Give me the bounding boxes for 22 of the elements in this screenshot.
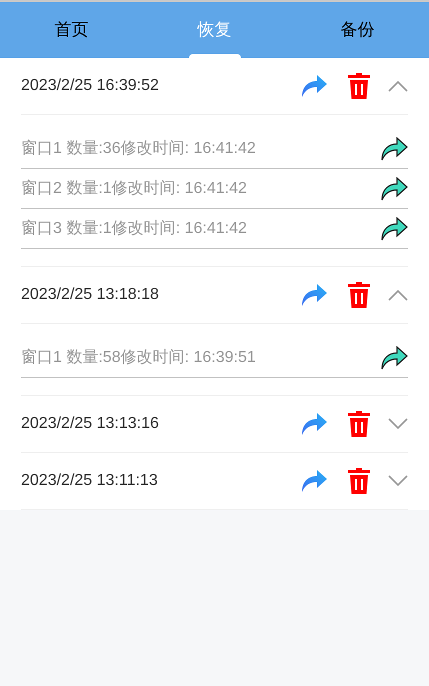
chevron-down-icon[interactable] <box>388 418 408 430</box>
chevron-down-icon[interactable] <box>388 475 408 487</box>
chevron-up-icon[interactable] <box>388 289 408 301</box>
trash-icon[interactable] <box>348 282 370 308</box>
trash-icon[interactable] <box>348 468 370 494</box>
backup-time: 2023/2/25 13:18:18 <box>21 285 160 305</box>
window-entry: 窗口1 数量:36修改时间: 16:41:42 <box>21 138 257 158</box>
chevron-up-icon[interactable] <box>388 80 408 92</box>
tab[interactable]: 备份 <box>286 2 429 58</box>
backup-time: 2023/2/25 13:13:16 <box>21 414 160 434</box>
window-entry: 窗口1 数量:58修改时间: 16:39:51 <box>21 348 257 368</box>
trash-icon[interactable] <box>348 411 370 437</box>
restore-arrow-icon[interactable] <box>380 346 408 370</box>
restore-arrow-icon[interactable] <box>380 136 408 160</box>
trash-icon[interactable] <box>348 73 370 99</box>
backup-time: 2023/2/25 13:11:13 <box>21 471 159 491</box>
backup-time: 2023/2/25 16:39:52 <box>21 76 160 96</box>
window-entry: 窗口3 数量:1修改时间: 16:41:42 <box>21 218 248 238</box>
window-entry: 窗口2 数量:1修改时间: 16:41:42 <box>21 178 248 198</box>
restore-arrow-icon[interactable] <box>380 176 408 200</box>
restore-arrow-icon[interactable] <box>380 216 408 240</box>
tab[interactable]: 首页 <box>0 2 143 58</box>
